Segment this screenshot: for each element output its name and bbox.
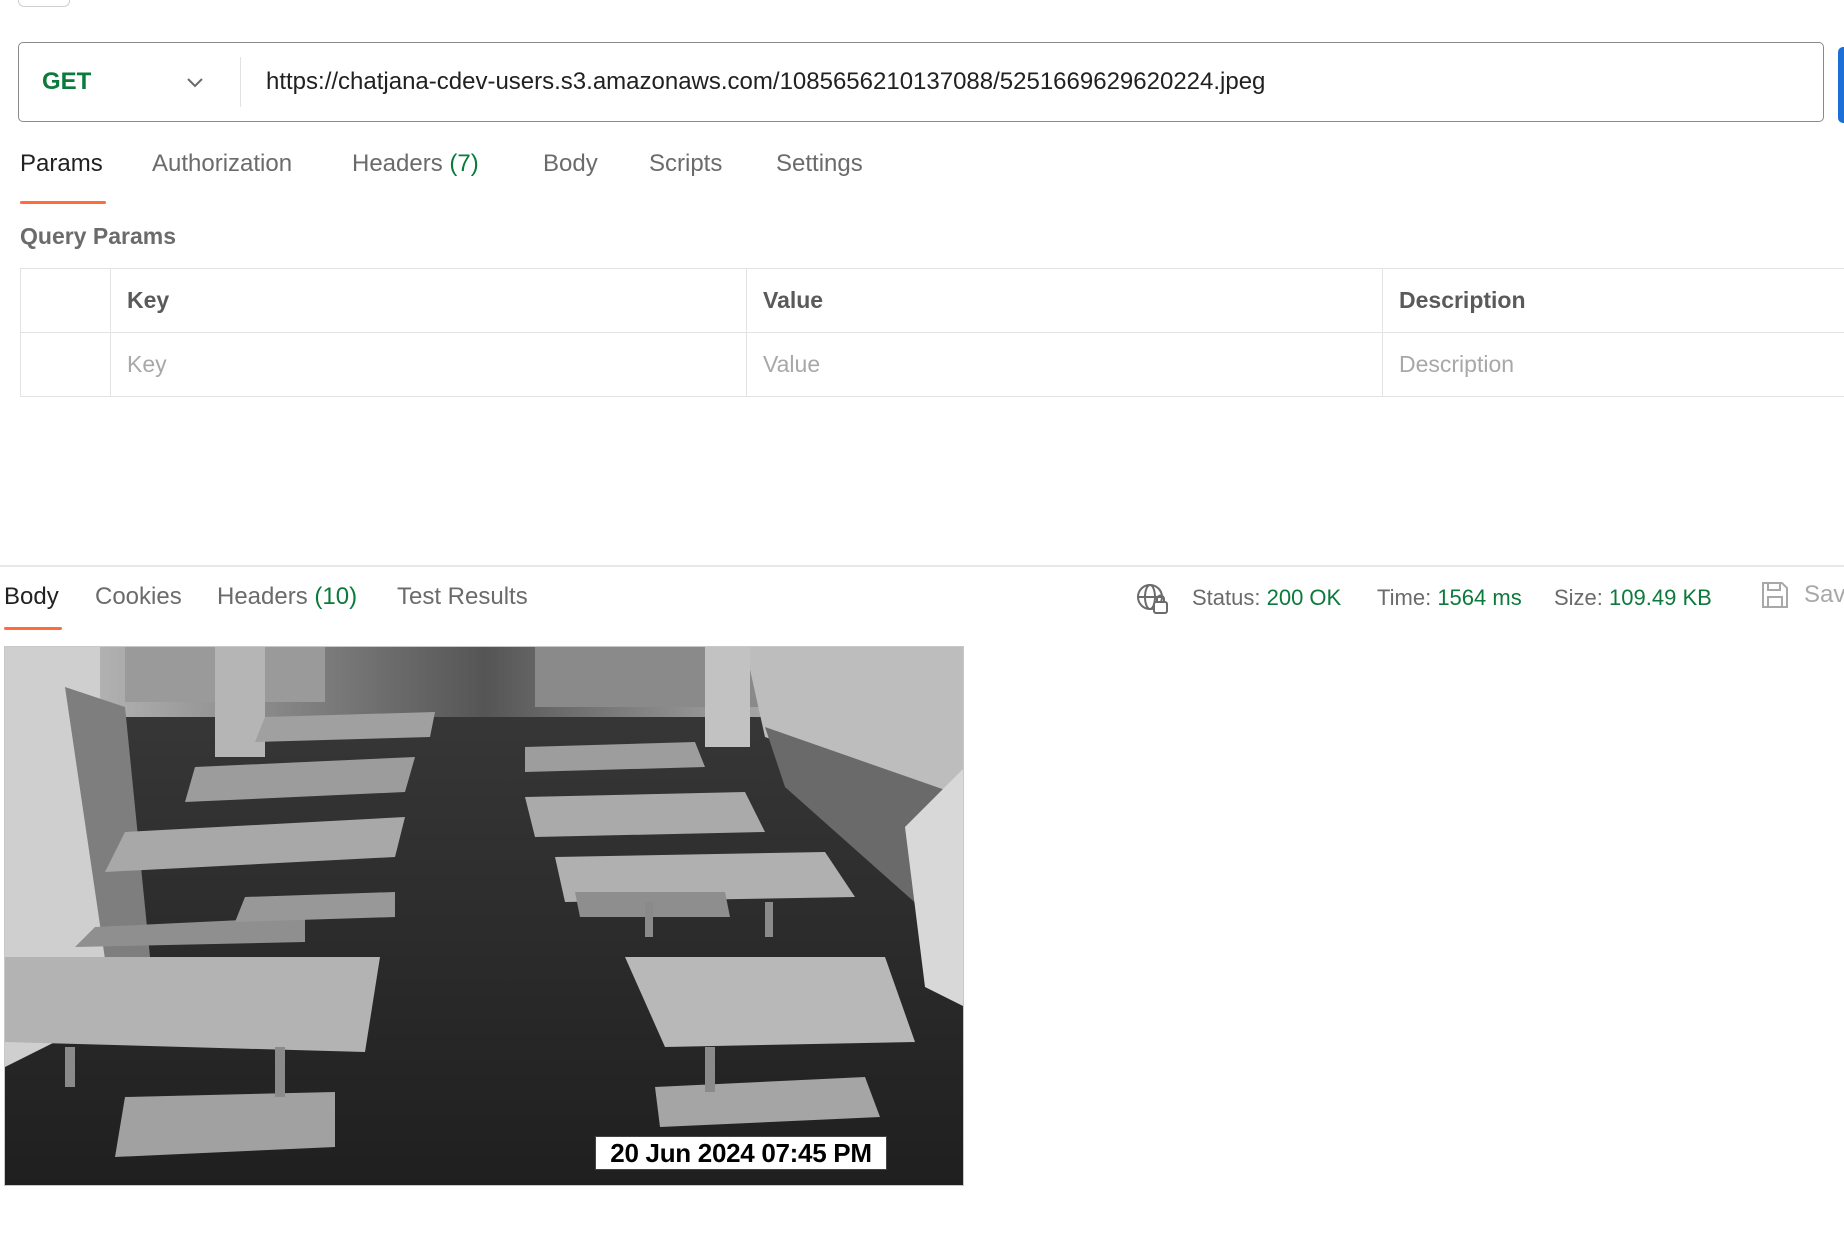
response-tab-body[interactable]: Body [4, 583, 59, 611]
response-tab-headers[interactable]: Headers (10) [217, 583, 357, 611]
tab-count: (10) [314, 583, 358, 610]
tab-scripts[interactable]: Scripts [649, 150, 722, 178]
tab-label: Headers [352, 150, 443, 177]
tab-label: Scripts [649, 150, 723, 177]
column-header-key: Key [110, 268, 747, 333]
tab-label: Body [543, 150, 598, 177]
tab-params[interactable]: Params [20, 150, 103, 178]
column-header-description: Description [1382, 268, 1844, 333]
method-label: GET [42, 68, 92, 95]
tab-authorization[interactable]: Authorization [152, 150, 292, 178]
tab-label: Authorization [152, 150, 293, 177]
save-response-button[interactable]: Sav [1760, 580, 1844, 610]
tab-label: Params [20, 150, 103, 177]
size-label: Size: [1554, 585, 1603, 610]
size-value: 109.49 KB [1609, 585, 1712, 610]
request-bar: GET https://chatjana-cdev-users.s3.amazo… [18, 42, 1824, 122]
response-size: Size: 109.49 KB [1554, 585, 1712, 611]
chevron-down-icon [187, 78, 203, 88]
tab-settings[interactable]: Settings [776, 150, 863, 178]
cafeteria-photo [5, 647, 963, 1185]
tab-count: (7) [449, 150, 479, 177]
tab-label: Body [4, 583, 59, 610]
query-params-title: Query Params [20, 223, 176, 249]
status-label: Status: [1192, 585, 1261, 610]
value-input[interactable]: Value [746, 332, 1383, 397]
column-header-value: Value [746, 268, 1383, 333]
response-tab-test-results[interactable]: Test Results [397, 583, 528, 611]
table-row: Key Value Description [20, 332, 1844, 397]
tab-label: Settings [776, 150, 863, 177]
checkbox-column-header [20, 268, 111, 333]
time-value: 1564 ms [1437, 585, 1522, 610]
tab-body[interactable]: Body [543, 150, 598, 178]
status-value: 200 OK [1266, 585, 1342, 610]
previous-panel-edge [18, 0, 70, 7]
response-time: Time: 1564 ms [1377, 585, 1522, 611]
description-input[interactable]: Description [1382, 332, 1844, 397]
response-image: 20 Jun 2024 07:45 PM [4, 646, 964, 1186]
key-input[interactable]: Key [110, 332, 747, 397]
url-input[interactable]: https://chatjana-cdev-users.s3.amazonaws… [241, 68, 1823, 96]
response-tab-cookies[interactable]: Cookies [95, 583, 182, 611]
active-tab-indicator [4, 627, 62, 630]
table-header-row: Key Value Description [20, 268, 1844, 333]
pane-divider[interactable] [0, 565, 1844, 567]
query-params-table: Key Value Description Key Value Descript… [20, 268, 1844, 397]
method-select[interactable]: GET [19, 57, 241, 107]
tab-headers[interactable]: Headers (7) [352, 150, 479, 178]
tab-label: Headers [217, 583, 308, 610]
image-timestamp: 20 Jun 2024 07:45 PM [595, 1136, 887, 1170]
active-tab-indicator [20, 201, 106, 204]
save-icon [1762, 582, 1788, 608]
save-label: Sav [1804, 581, 1844, 608]
row-checkbox-cell[interactable] [20, 332, 111, 397]
send-button[interactable] [1838, 47, 1844, 123]
tab-label: Test Results [397, 583, 528, 610]
response-status: Status: 200 OK [1192, 585, 1341, 611]
tab-label: Cookies [95, 583, 182, 610]
network-globe-lock-icon[interactable] [1135, 582, 1169, 616]
time-label: Time: [1377, 585, 1432, 610]
